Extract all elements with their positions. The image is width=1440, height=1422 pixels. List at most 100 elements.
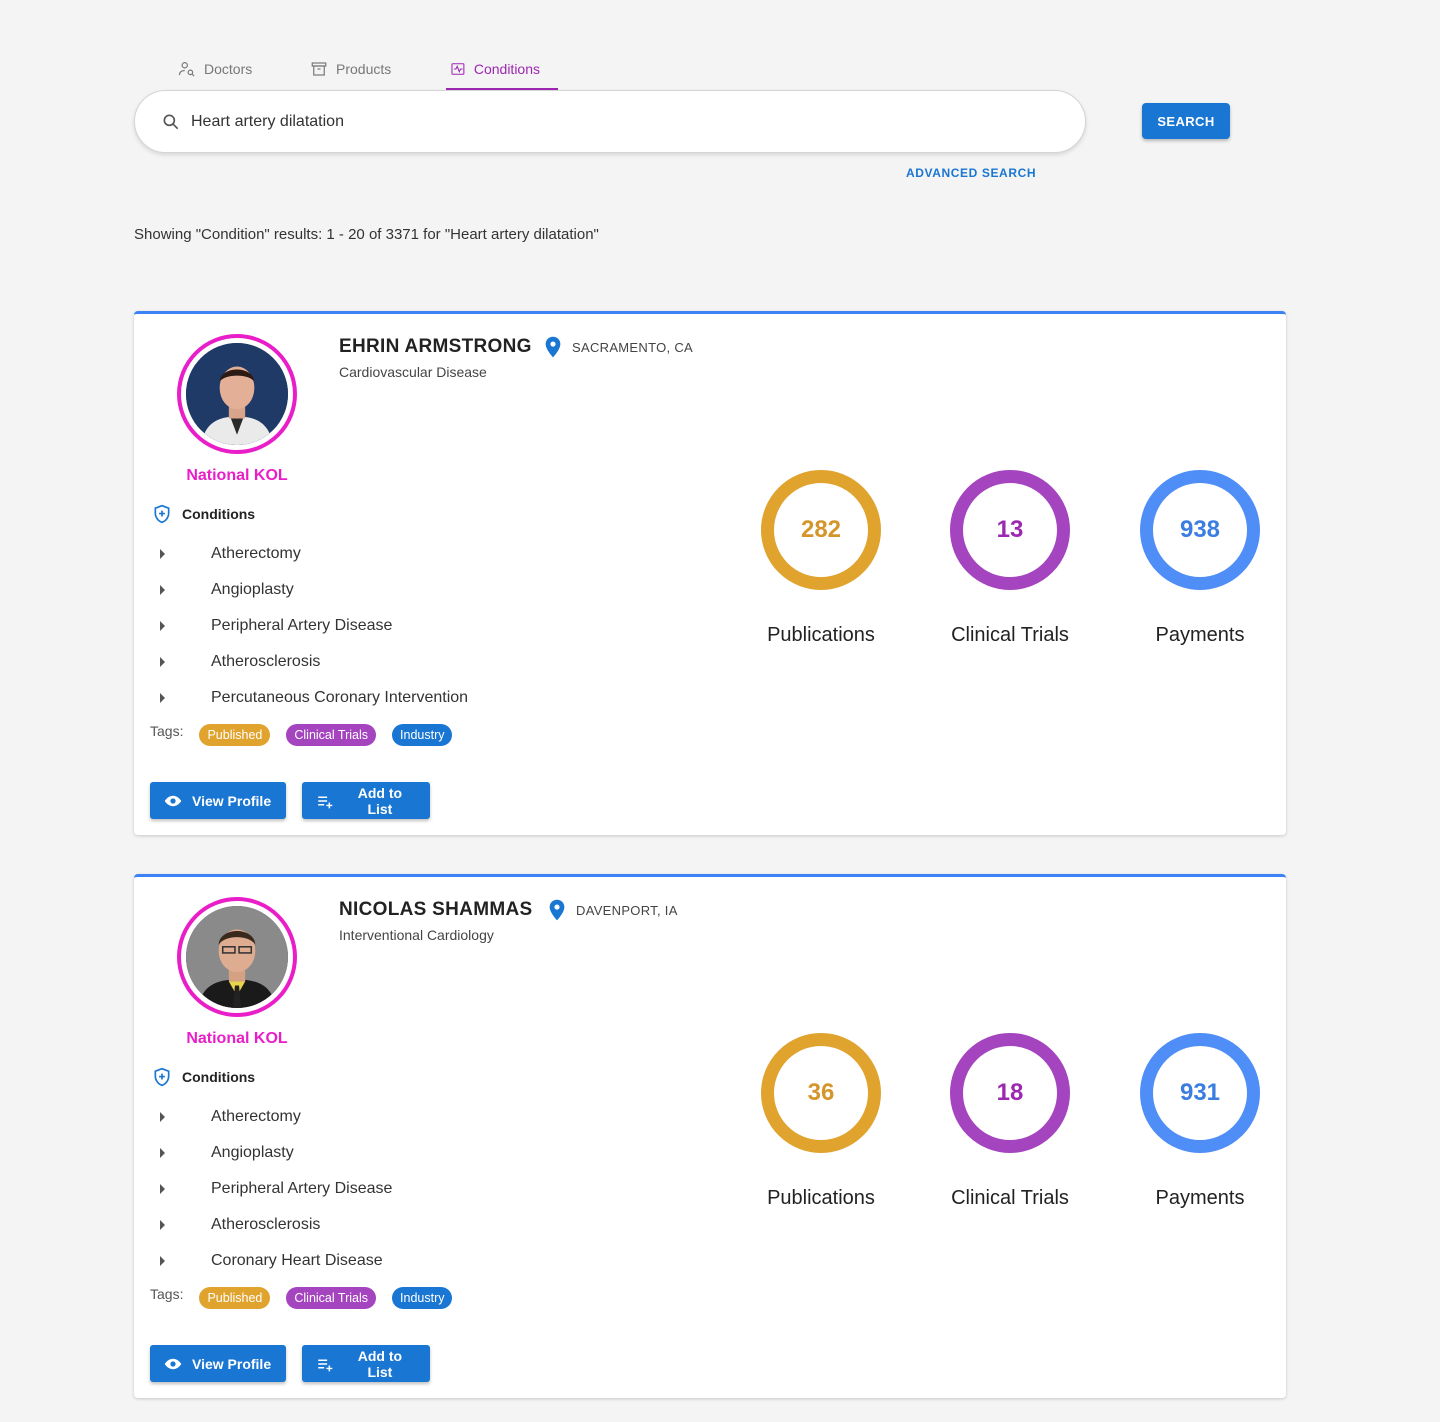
tags-label: Tags: [150, 723, 184, 739]
stat-ring: 931 [1140, 1033, 1260, 1153]
stat-publications: 36 Publications [741, 1033, 901, 1210]
tab-label: Products [336, 61, 392, 77]
doctor-name: EHRIN ARMSTRONG [339, 336, 532, 357]
doctor-specialty: Interventional Cardiology [339, 927, 494, 943]
stat-ring: 938 [1140, 470, 1260, 590]
location-pin-icon [545, 336, 561, 358]
tab-products[interactable]: Products [292, 48, 430, 90]
tag-chip-industry: Industry [392, 1287, 453, 1309]
search-button[interactable]: SEARCH [1142, 103, 1230, 139]
eye-icon [164, 1358, 182, 1369]
caret-right-icon [160, 1112, 165, 1122]
stat-ring: 18 [950, 1033, 1070, 1153]
search-icon [163, 114, 179, 129]
condition-item[interactable]: Angioplasty [154, 1135, 392, 1171]
search-type-tabs: Doctors Products Conditions [160, 48, 558, 90]
avatar[interactable] [186, 906, 288, 1008]
stat-label: Publications [767, 1187, 875, 1209]
caret-right-icon [160, 621, 165, 631]
caret-right-icon [160, 1148, 165, 1158]
condition-item[interactable]: Coronary Heart Disease [154, 1243, 392, 1279]
caret-right-icon [160, 549, 165, 559]
conditions-label: Conditions [182, 506, 256, 522]
stat-ring: 13 [950, 470, 1070, 590]
tags-row: Tags: Published Clinical Trials Industry [150, 1286, 468, 1309]
tab-label: Conditions [473, 61, 540, 77]
tag-chip-clinical-trials: Clinical Trials [286, 724, 377, 746]
stat-label: Payments [1155, 624, 1245, 646]
stat-payments: 938 Payments [1120, 470, 1280, 647]
conditions-header: Conditions [152, 1067, 255, 1087]
stat-clinical-trials: 18 Clinical Trials [930, 1033, 1090, 1210]
caret-right-icon [160, 1184, 165, 1194]
archive-box-icon [311, 62, 327, 76]
stat-label: Payments [1155, 1187, 1245, 1209]
tab-label: Doctors [204, 61, 253, 77]
stat-label: Clinical Trials [951, 624, 1069, 646]
shield-medical-icon [154, 1067, 170, 1087]
caret-right-icon [160, 585, 165, 595]
location-pin-icon [549, 899, 565, 921]
doctor-card: National KOL EHRIN ARMSTRONG SACRAMENTO,… [134, 311, 1286, 835]
condition-item[interactable]: Atherectomy [154, 1099, 392, 1135]
doctor-photo [186, 343, 288, 445]
tag-chip-industry: Industry [392, 724, 453, 746]
condition-item[interactable]: Peripheral Artery Disease [154, 1171, 392, 1207]
conditions-list: Atherectomy Angioplasty Peripheral Arter… [154, 536, 468, 716]
doctor-specialty: Cardiovascular Disease [339, 364, 487, 380]
stat-label: Clinical Trials [951, 1187, 1069, 1209]
kol-badge: National KOL [186, 1030, 288, 1047]
doctor-location: DAVENPORT, IA [548, 899, 678, 921]
advanced-search-link[interactable]: ADVANCED SEARCH [906, 166, 1036, 180]
tags-label: Tags: [150, 1286, 184, 1302]
tag-chip-published: Published [199, 724, 271, 746]
doctor-photo [186, 906, 288, 1008]
condition-item[interactable]: Atherectomy [154, 536, 468, 572]
doctor-name: NICOLAS SHAMMAS [339, 899, 533, 920]
avatar[interactable] [186, 343, 288, 445]
tag-chip-clinical-trials: Clinical Trials [286, 1287, 377, 1309]
stat-clinical-trials: 13 Clinical Trials [930, 470, 1090, 647]
caret-right-icon [160, 1220, 165, 1230]
caret-right-icon [160, 693, 165, 703]
condition-item[interactable]: Atherosclerosis [154, 644, 468, 680]
stat-payments: 931 Payments [1120, 1033, 1280, 1210]
tab-doctors[interactable]: Doctors [160, 48, 292, 90]
location-text: DAVENPORT, IA [576, 902, 678, 918]
search-bar [134, 90, 1086, 153]
tab-conditions[interactable]: Conditions [446, 48, 558, 90]
tag-chip-published: Published [199, 1287, 271, 1309]
condition-item[interactable]: Atherosclerosis [154, 1207, 392, 1243]
view-profile-button[interactable]: View Profile [150, 782, 286, 819]
condition-item[interactable]: Percutaneous Coronary Intervention [154, 680, 468, 716]
condition-chart-icon [451, 63, 465, 75]
avatar-ring [177, 334, 297, 454]
stat-ring: 36 [761, 1033, 881, 1153]
playlist-add-icon [318, 796, 333, 808]
shield-medical-icon [154, 504, 170, 524]
doctor-search-icon [178, 62, 195, 77]
condition-item[interactable]: Peripheral Artery Disease [154, 608, 468, 644]
playlist-add-icon [318, 1359, 333, 1371]
avatar-ring [177, 897, 297, 1017]
caret-right-icon [160, 1256, 165, 1266]
location-text: SACRAMENTO, CA [572, 339, 693, 355]
conditions-label: Conditions [182, 1069, 256, 1085]
conditions-list: Atherectomy Angioplasty Peripheral Arter… [154, 1099, 392, 1279]
add-to-list-button[interactable]: Add to List [302, 1345, 430, 1382]
search-input[interactable] [191, 112, 1051, 131]
results-summary: Showing "Condition" results: 1 - 20 of 3… [134, 226, 599, 243]
view-profile-button[interactable]: View Profile [150, 1345, 286, 1382]
tags-row: Tags: Published Clinical Trials Industry [150, 723, 468, 746]
conditions-header: Conditions [152, 504, 255, 524]
stat-publications: 282 Publications [741, 470, 901, 647]
add-to-list-button[interactable]: Add to List [302, 782, 430, 819]
eye-icon [164, 795, 182, 806]
doctor-location: SACRAMENTO, CA [544, 336, 693, 358]
caret-right-icon [160, 657, 165, 667]
stat-ring: 282 [761, 470, 881, 590]
kol-badge: National KOL [186, 467, 288, 484]
stat-label: Publications [767, 624, 875, 646]
doctor-card: National KOL NICOLAS SHAMMAS DAVENPORT, … [134, 874, 1286, 1398]
condition-item[interactable]: Angioplasty [154, 572, 468, 608]
